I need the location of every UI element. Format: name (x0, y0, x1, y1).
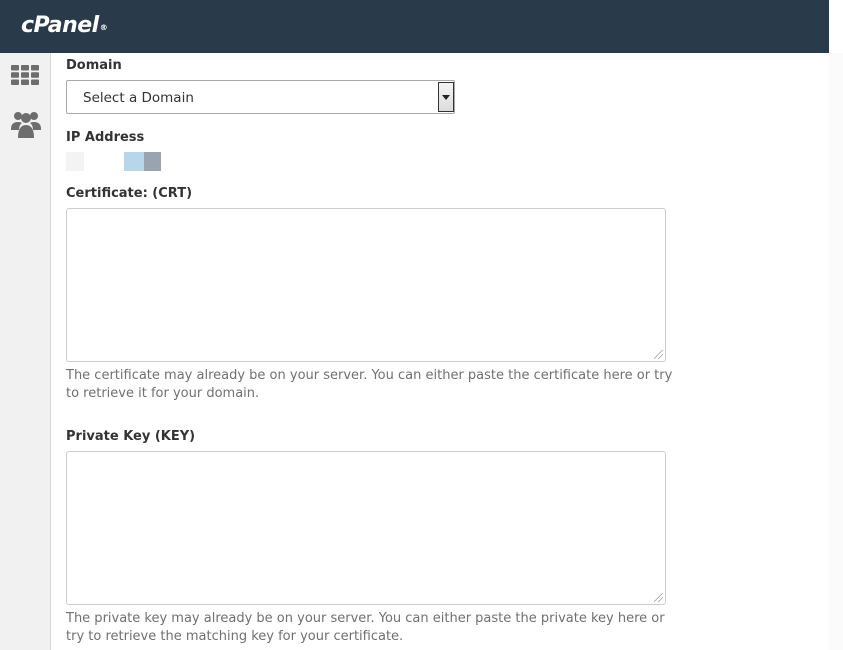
private-key-textarea[interactable] (66, 451, 666, 605)
domain-select-value: Select a Domain (83, 90, 194, 106)
main-content: Domain Select a Domain IP Address Certif… (51, 53, 843, 650)
domain-select[interactable]: Select a Domain (66, 80, 455, 114)
select-dropdown-button[interactable] (438, 82, 454, 112)
ip-address-value-obscured-1 (66, 152, 84, 171)
logo-text: cPanel (21, 13, 99, 38)
certificate-help-text: The certificate may already be on your s… (66, 368, 673, 401)
resize-handle-icon[interactable] (654, 350, 663, 359)
resize-handle-icon[interactable] (654, 593, 663, 602)
scroll-gutter (829, 53, 843, 650)
cpanel-logo[interactable]: cPanel® (21, 12, 108, 40)
grid-icon[interactable] (11, 65, 39, 85)
chevron-down-icon (442, 95, 450, 100)
top-bar: cPanel® (0, 0, 843, 53)
sidebar (0, 53, 51, 650)
logo-trademark: ® (99, 23, 108, 32)
domain-label: Domain (66, 58, 122, 73)
ip-address-value-obscured-2 (124, 152, 144, 171)
top-bar-inner: cPanel® (0, 0, 829, 53)
ip-address-label: IP Address (66, 130, 145, 145)
users-icon[interactable] (11, 109, 41, 139)
ip-address-value-obscured-3 (144, 152, 161, 171)
certificate-label: Certificate: (CRT) (66, 186, 193, 201)
private-key-label: Private Key (KEY) (66, 429, 196, 444)
private-key-help-text: The private key may already be on your s… (66, 611, 665, 644)
certificate-textarea[interactable] (66, 208, 666, 362)
